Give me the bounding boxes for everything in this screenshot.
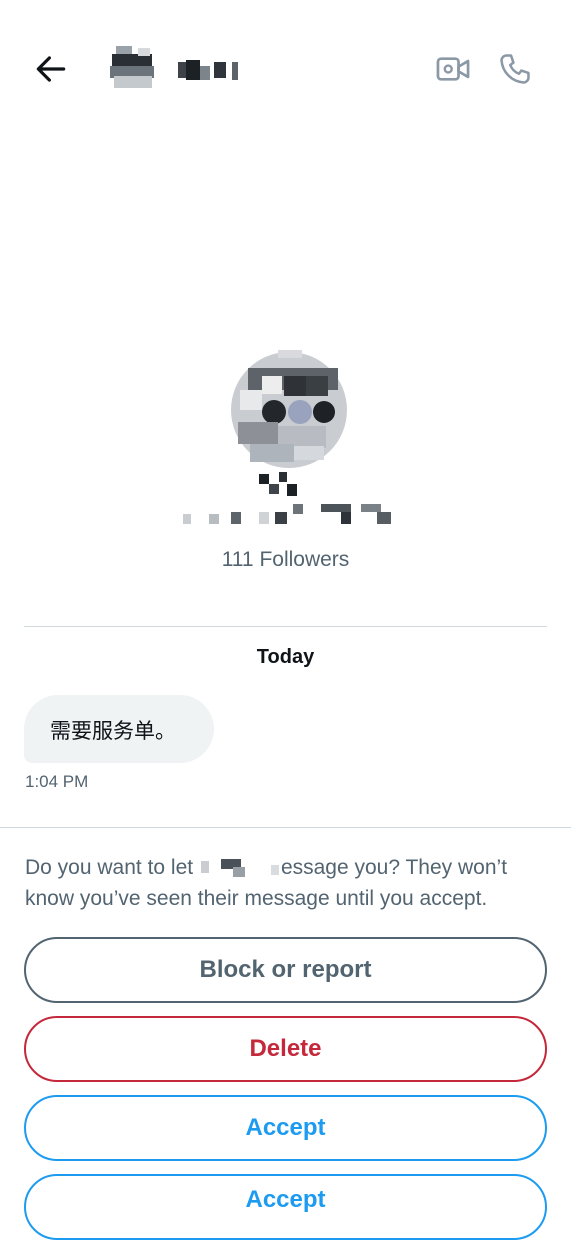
followers-count[interactable]: 111 Followers (0, 548, 571, 572)
message-timestamp: 1:04 PM (25, 772, 89, 791)
profile-display-name (183, 472, 391, 524)
divider (24, 626, 547, 627)
delete-button[interactable]: Delete (24, 1016, 547, 1082)
accept-button[interactable]: Accept (24, 1095, 547, 1161)
panel-divider (0, 827, 571, 828)
message-text: 需要服务单。 (50, 719, 176, 743)
conversation-header (0, 0, 571, 140)
video-call-icon[interactable] (434, 50, 472, 88)
prompt-start: Do you want to let (25, 856, 194, 879)
date-separator: Today (256, 646, 315, 668)
header-username (178, 60, 238, 80)
message-request-prompt: Do you want to let essage you? They won’… (25, 852, 555, 914)
accept-button-partial[interactable]: Accept (24, 1174, 547, 1240)
header-avatar[interactable] (108, 42, 156, 94)
block-or-report-button[interactable]: Block or report (24, 937, 547, 1003)
redacted-username (200, 859, 279, 878)
arrow-left-icon[interactable] (32, 50, 70, 88)
message-bubble[interactable]: 需要服务单。 (24, 695, 214, 763)
phone-icon[interactable] (496, 50, 534, 88)
profile-avatar[interactable] (228, 350, 350, 470)
